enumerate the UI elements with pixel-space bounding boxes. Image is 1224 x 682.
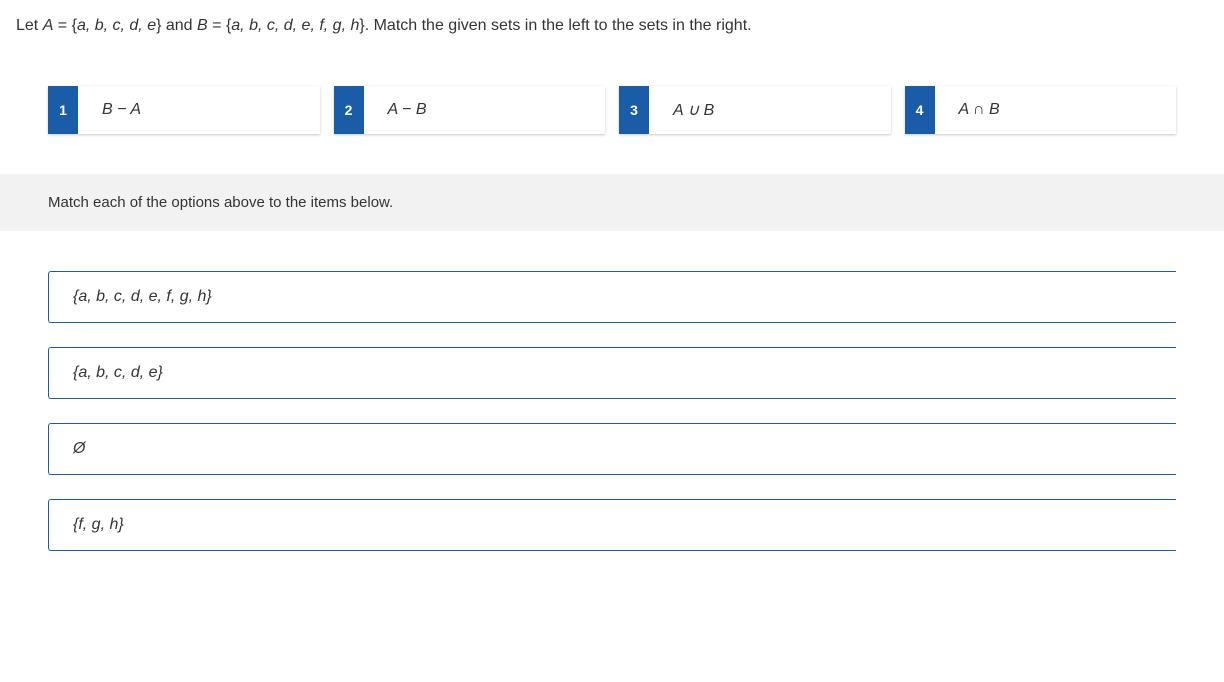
- target-box-2[interactable]: {a, b, c, d, e}: [48, 347, 1176, 399]
- option-label: A ∩ B: [935, 101, 1000, 119]
- targets-container: {a, b, c, d, e, f, g, h} {a, b, c, d, e}…: [0, 231, 1224, 551]
- option-card-2[interactable]: 2 A − B: [334, 86, 606, 134]
- options-row: 1 B − A 2 A − B 3 A ∪ B 4 A ∩ B: [0, 38, 1224, 174]
- question-suffix: }. Match the given sets in the left to t…: [359, 17, 751, 34]
- option-label: B − A: [78, 101, 141, 119]
- target-label: {a, b, c, d, e, f, g, h}: [73, 288, 212, 305]
- option-number: 3: [619, 86, 649, 134]
- set-a-var: A: [43, 17, 54, 34]
- option-number: 4: [905, 86, 935, 134]
- set-b-var: B: [197, 17, 208, 34]
- option-label: A − B: [364, 101, 427, 119]
- option-number: 1: [48, 86, 78, 134]
- instruction-bar: Match each of the options above to the i…: [0, 174, 1224, 231]
- eq1: = {: [53, 17, 77, 34]
- question-prefix: Let: [16, 17, 43, 34]
- target-box-1[interactable]: {a, b, c, d, e, f, g, h}: [48, 271, 1176, 323]
- question-prompt: Let A = {a, b, c, d, e} and B = {a, b, c…: [0, 0, 1224, 38]
- target-label: {a, b, c, d, e}: [73, 364, 163, 381]
- instruction-text: Match each of the options above to the i…: [48, 194, 393, 211]
- option-number: 2: [334, 86, 364, 134]
- target-label: Ø: [73, 440, 85, 457]
- target-box-4[interactable]: {f, g, h}: [48, 499, 1176, 551]
- set-a-elems: a, b, c, d, e: [77, 17, 156, 34]
- option-card-1[interactable]: 1 B − A: [48, 86, 320, 134]
- target-label: {f, g, h}: [73, 516, 124, 533]
- option-card-4[interactable]: 4 A ∩ B: [905, 86, 1177, 134]
- brace-close-and: } and: [156, 17, 197, 34]
- option-label: A ∪ B: [649, 100, 714, 120]
- option-card-3[interactable]: 3 A ∪ B: [619, 86, 891, 134]
- eq2: = {: [208, 17, 232, 34]
- target-box-3[interactable]: Ø: [48, 423, 1176, 475]
- set-b-elems: a, b, c, d, e, f, g, h: [231, 17, 359, 34]
